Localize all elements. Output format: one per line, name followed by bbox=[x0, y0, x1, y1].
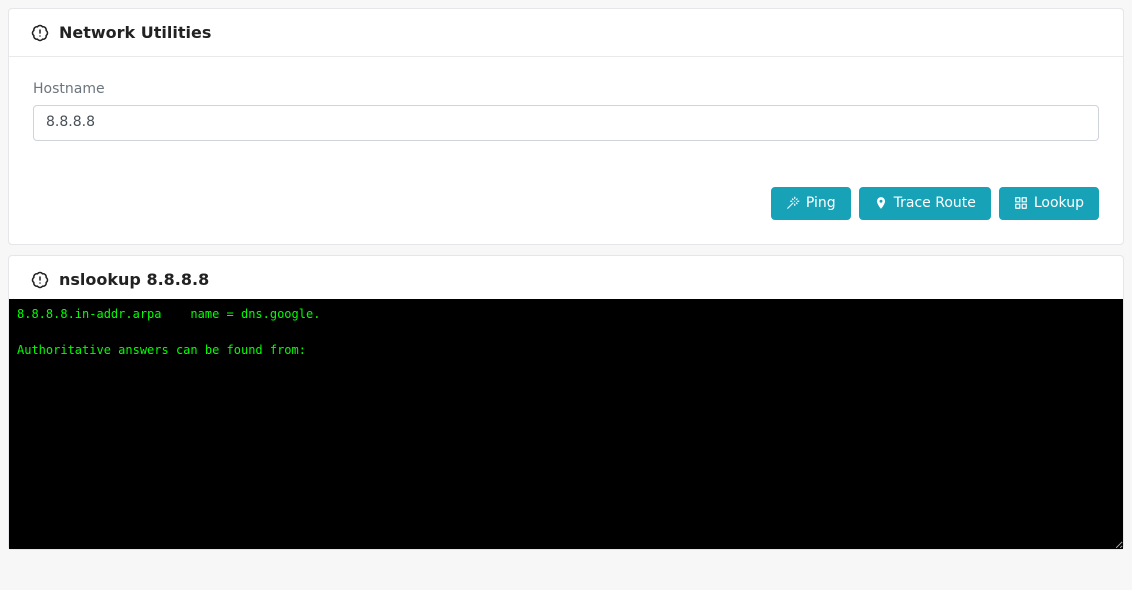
card-body: Hostname Ping Trace R bbox=[9, 57, 1123, 244]
terminal-icon bbox=[31, 271, 49, 289]
card-header: Network Utilities bbox=[9, 9, 1123, 57]
result-header: nslookup 8.8.8.8 bbox=[9, 256, 1123, 299]
network-icon bbox=[31, 24, 49, 42]
button-row: Ping Trace Route bbox=[33, 187, 1099, 221]
trace-route-button[interactable]: Trace Route bbox=[859, 187, 991, 221]
hostname-label: Hostname bbox=[33, 81, 1099, 97]
hostname-input[interactable] bbox=[33, 105, 1099, 141]
wand-icon bbox=[786, 196, 800, 210]
result-title: nslookup 8.8.8.8 bbox=[59, 270, 209, 289]
network-utilities-card: Network Utilities Hostname Ping bbox=[8, 8, 1124, 245]
map-pin-icon bbox=[874, 196, 888, 210]
ping-button-label: Ping bbox=[806, 194, 836, 214]
qr-icon bbox=[1014, 196, 1028, 210]
lookup-button-label: Lookup bbox=[1034, 194, 1084, 214]
ping-button[interactable]: Ping bbox=[771, 187, 851, 221]
result-card: nslookup 8.8.8.8 bbox=[8, 255, 1124, 550]
terminal-output[interactable] bbox=[9, 299, 1123, 549]
lookup-button[interactable]: Lookup bbox=[999, 187, 1099, 221]
trace-route-button-label: Trace Route bbox=[894, 194, 976, 214]
card-title: Network Utilities bbox=[59, 23, 211, 42]
